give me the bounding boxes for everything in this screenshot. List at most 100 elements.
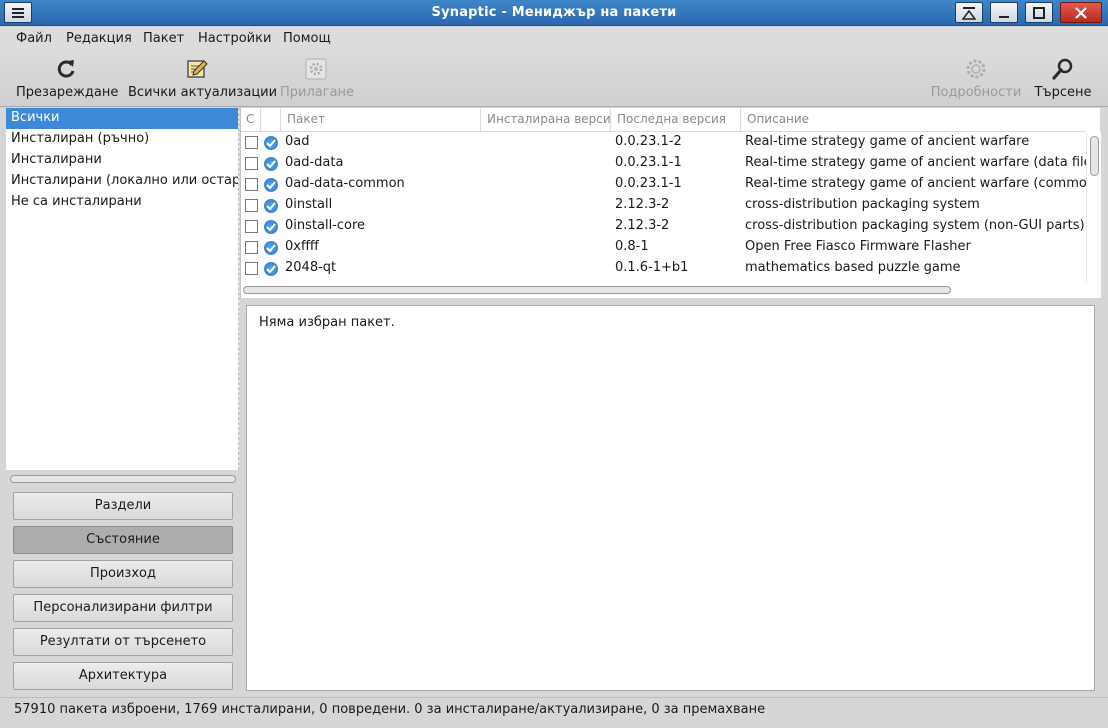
table-row[interactable]: 0xffff 0.8-1 Open Free Fiasco Firmware Fla… [241, 237, 1086, 258]
filter-item-installed[interactable]: Инсталирани [6, 150, 238, 171]
mark-checkbox[interactable] [245, 157, 258, 170]
properties-label: Подробности [930, 85, 1022, 100]
table-row[interactable]: 0install-core 2.12.3-2 cross-distribution … [241, 216, 1086, 237]
apply-button[interactable]: Прилагане [280, 51, 355, 107]
menu-help[interactable]: Помощ [283, 31, 331, 46]
column-latest-version[interactable]: Последна версия [611, 108, 741, 132]
supported-status-icon [264, 178, 278, 192]
filter-item-all[interactable]: Всички [6, 108, 238, 129]
latest-version: 0.0.23.1-2 [615, 134, 682, 149]
mark-checkbox[interactable] [245, 262, 258, 275]
latest-version: 0.8-1 [615, 239, 649, 254]
filter-list: Всички Инсталиран (ръчно) Инсталирани Ин… [6, 108, 239, 470]
package-name: 0ad-data-common [285, 176, 405, 191]
maximize-button[interactable] [1025, 2, 1053, 23]
package-description: Open Free Fiasco Firmware Flasher [745, 239, 971, 254]
mark-checkbox[interactable] [245, 241, 258, 254]
supported-status-icon [264, 199, 278, 213]
package-list-header: С Пакет Инсталирана версия Последна верс… [241, 108, 1086, 132]
mark-all-upgrades-button[interactable]: Всички актуализации [128, 51, 278, 107]
column-status[interactable]: С [241, 108, 261, 132]
status-button[interactable]: Състояние [13, 526, 233, 554]
package-description: Real-time strategy game of ancient warfa… [745, 155, 1086, 170]
package-list-vscrollbar[interactable] [1086, 132, 1101, 284]
package-name: 0ad-data [285, 155, 344, 170]
window-title: Synaptic - Мениджър на пакети [431, 5, 677, 20]
column-support[interactable] [261, 108, 281, 132]
title-bar: Synaptic - Мениджър на пакети [0, 0, 1108, 26]
always-on-top-button[interactable] [955, 2, 983, 23]
properties-button[interactable]: Подробности [930, 51, 1022, 107]
origin-button[interactable]: Произход [13, 560, 233, 588]
maximize-icon [1033, 6, 1045, 19]
sections-button[interactable]: Раздели [13, 492, 233, 520]
scrollbar-thumb[interactable] [10, 475, 236, 483]
filter-item-installed-local-obsolete[interactable]: Инсталирани (локално или остарели) [6, 171, 238, 192]
reload-button[interactable]: Презареждане [16, 51, 118, 107]
search-label: Търсене [1034, 85, 1092, 100]
menu-settings[interactable]: Настройки [198, 31, 271, 46]
scrollbar-thumb[interactable] [243, 286, 951, 294]
table-row[interactable]: 2048-qt 0.1.6-1+b1 mathematics based puzzl… [241, 258, 1086, 279]
filter-item-not-installed[interactable]: Не са инсталирани [6, 192, 238, 213]
filter-item-installed-manual[interactable]: Инсталиран (ръчно) [6, 129, 238, 150]
package-description: Real-time strategy game of ancient warfa… [745, 134, 1030, 149]
mark-all-upgrades-label: Всички актуализации [128, 85, 278, 100]
gear-icon [966, 59, 986, 79]
supported-status-icon [264, 157, 278, 171]
table-row[interactable]: 0install 2.12.3-2 cross-distribution packa… [241, 195, 1086, 216]
toolbar: Презареждане Всички актуализации Прилага… [0, 51, 1108, 107]
latest-version: 2.12.3-2 [615, 218, 670, 233]
table-row[interactable]: 0ad-data-common 0.0.23.1-1 Real-time strat… [241, 174, 1086, 195]
minimize-button[interactable] [990, 2, 1018, 23]
close-button[interactable] [1060, 2, 1102, 23]
package-name: 0ad [285, 134, 310, 149]
menu-package[interactable]: Пакет [143, 31, 184, 46]
mark-checkbox[interactable] [245, 178, 258, 191]
menu-bar: Файл Редакция Пакет Настройки Помощ [0, 27, 1108, 51]
apply-label: Прилагане [280, 85, 355, 100]
status-bar: 57910 пакета изброени, 1769 инсталирани,… [0, 697, 1108, 721]
mark-checkbox[interactable] [245, 136, 258, 149]
package-list-hscrollbar[interactable] [241, 282, 1101, 298]
table-row[interactable]: 0ad-data 0.0.23.1-1 Real-time strategy gam… [241, 153, 1086, 174]
latest-version: 2.12.3-2 [615, 197, 670, 212]
up-arrow-icon [962, 6, 976, 20]
supported-status-icon [264, 262, 278, 276]
search-results-button[interactable]: Резултати от търсенето [13, 628, 233, 656]
table-row[interactable]: 0ad 0.0.23.1-2 Real-time strategy game of … [241, 132, 1086, 153]
package-list: С Пакет Инсталирана версия Последна верс… [240, 108, 1101, 298]
package-name: 0install-core [285, 218, 366, 233]
search-button[interactable]: Търсене [1034, 51, 1092, 107]
apply-gears-icon [305, 58, 327, 80]
package-description: mathematics based puzzle game [745, 260, 961, 275]
package-description: cross-distribution packaging system (non… [745, 218, 1085, 233]
column-description[interactable]: Описание [741, 108, 1086, 132]
close-icon [1075, 6, 1087, 19]
column-package[interactable]: Пакет [281, 108, 481, 132]
package-description: cross-distribution packaging system [745, 197, 980, 212]
supported-status-icon [264, 220, 278, 234]
status-text: 57910 пакета изброени, 1769 инсталирани,… [14, 702, 766, 717]
minimize-icon [999, 15, 1009, 18]
search-icon [1052, 58, 1073, 80]
scrollbar-thumb[interactable] [1090, 136, 1099, 176]
menu-file[interactable]: Файл [16, 31, 52, 46]
reload-icon [57, 60, 75, 78]
supported-status-icon [264, 136, 278, 150]
filter-list-scrollbar[interactable] [6, 471, 239, 487]
column-installed-version[interactable]: Инсталирана версия [481, 108, 611, 132]
no-package-selected-text: Няма избран пакет. [259, 315, 395, 330]
package-name: 2048-qt [285, 260, 337, 275]
menu-edit[interactable]: Редакция [66, 31, 132, 46]
latest-version: 0.1.6-1+b1 [615, 260, 689, 275]
architecture-button[interactable]: Архитектура [13, 662, 233, 690]
package-name: 0xffff [285, 239, 319, 254]
supported-status-icon [264, 241, 278, 255]
mark-checkbox[interactable] [245, 199, 258, 212]
package-description-panel: Няма избран пакет. [246, 305, 1095, 691]
latest-version: 0.0.23.1-1 [615, 155, 682, 170]
custom-filters-button[interactable]: Персонализирани филтри [13, 594, 233, 622]
mark-checkbox[interactable] [245, 220, 258, 233]
upgrade-icon [187, 60, 208, 78]
